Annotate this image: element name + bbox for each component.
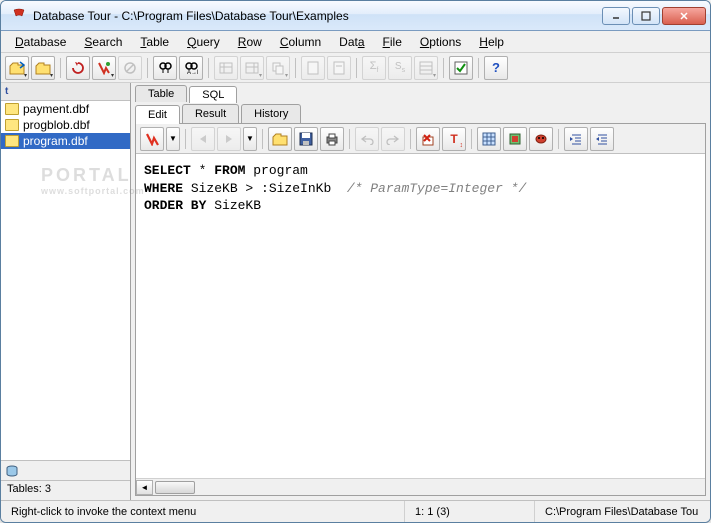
- status-path: C:\Program Files\Database Tou: [535, 501, 710, 522]
- outdent-button[interactable]: [590, 127, 614, 151]
- app-window: Database Tour - C:\Program Files\Databas…: [0, 0, 711, 523]
- clear-button[interactable]: [416, 127, 440, 151]
- tables-count: Tables: 3: [1, 480, 130, 500]
- titlebar: Database Tour - C:\Program Files\Databas…: [1, 1, 710, 31]
- svg-text:A→B: A→B: [187, 70, 198, 75]
- grid-button: ▾: [414, 56, 438, 80]
- scroll-left-button[interactable]: ◄: [136, 480, 153, 495]
- table-1-button: [214, 56, 238, 80]
- save-sql-button[interactable]: [294, 127, 318, 151]
- sum-button: Σf: [362, 56, 386, 80]
- tab-history[interactable]: History: [241, 104, 301, 123]
- tables-icon: t: [5, 86, 8, 97]
- tab-table[interactable]: Table: [135, 85, 187, 102]
- stop-button: [118, 56, 142, 80]
- menu-search[interactable]: Search: [76, 33, 130, 51]
- menu-row[interactable]: Row: [230, 33, 270, 51]
- sidebar-footer: [1, 460, 130, 480]
- table-item[interactable]: progblob.dbf: [1, 117, 130, 133]
- tab-result[interactable]: Result: [182, 104, 239, 123]
- sidebar: t payment.dbf progblob.dbf program.dbf Tab…: [1, 83, 131, 500]
- editor-scrollbar[interactable]: ◄: [136, 478, 705, 495]
- tables-list[interactable]: payment.dbf progblob.dbf program.dbf: [1, 101, 130, 460]
- run-query-button[interactable]: [140, 127, 164, 151]
- doc-2-button: [327, 56, 351, 80]
- status-position: 1: 1 (3): [405, 501, 535, 522]
- doc-1-button: [301, 56, 325, 80]
- find-replace-button[interactable]: A→B: [179, 56, 203, 80]
- menu-options[interactable]: Options: [412, 33, 469, 51]
- table-item-label: payment.dbf: [23, 102, 89, 116]
- menu-database[interactable]: Database: [7, 33, 74, 51]
- menu-table[interactable]: Table: [132, 33, 177, 51]
- window-controls: [602, 7, 706, 25]
- minimize-button[interactable]: [602, 7, 630, 25]
- sidebar-header: t: [1, 83, 130, 101]
- body-area: PORTAL www.softportal.com t payment.dbfp…: [1, 83, 710, 500]
- recent-db-button[interactable]: ▾: [31, 56, 55, 80]
- execute-button[interactable]: ▾: [92, 56, 116, 80]
- window-title: Database Tour - C:\Program Files\Databas…: [33, 9, 602, 23]
- editor-toolbar: ▼ ▼ T↕: [136, 124, 705, 154]
- refresh-button[interactable]: [66, 56, 90, 80]
- table-item-label: program.dbf: [23, 134, 88, 148]
- app-icon: [11, 8, 27, 24]
- sql-editor[interactable]: SELECT * FROM program WHERE SizeKB > :Si…: [136, 154, 705, 478]
- indent-button[interactable]: [564, 127, 588, 151]
- table-file-icon: [5, 103, 19, 115]
- check-button[interactable]: [449, 56, 473, 80]
- open-sql-button[interactable]: [268, 127, 292, 151]
- insert-param-button[interactable]: [529, 127, 553, 151]
- format-button[interactable]: T↕: [442, 127, 466, 151]
- table-2-button: ▾: [240, 56, 264, 80]
- prev-query-button: [191, 127, 215, 151]
- string-button: Ss: [388, 56, 412, 80]
- table-item[interactable]: payment.dbf: [1, 101, 130, 117]
- table-file-icon: [5, 119, 19, 131]
- copy-button: ▾: [266, 56, 290, 80]
- menu-data[interactable]: Data: [331, 33, 372, 51]
- menubar: DatabaseSearchTableQueryRowColumnDataFil…: [1, 31, 710, 53]
- next-query-button: [217, 127, 241, 151]
- close-button[interactable]: [662, 7, 706, 25]
- table-item-label: progblob.dbf: [23, 118, 90, 132]
- menu-column[interactable]: Column: [272, 33, 329, 51]
- tab-edit[interactable]: Edit: [135, 105, 180, 124]
- view-tabs: TableSQL: [131, 83, 710, 102]
- insert-field-button[interactable]: [503, 127, 527, 151]
- statusbar: Right-click to invoke the context menu 1…: [1, 500, 710, 522]
- status-hint: Right-click to invoke the context menu: [1, 501, 405, 522]
- menu-help[interactable]: Help: [471, 33, 512, 51]
- undo-button: [355, 127, 379, 151]
- find-button[interactable]: [153, 56, 177, 80]
- main-panel: TableSQL EditResultHistory ▼ ▼: [131, 83, 710, 500]
- redo-button: [381, 127, 405, 151]
- db-icon: [5, 464, 19, 478]
- tab-sql[interactable]: SQL: [189, 86, 237, 103]
- main-toolbar: ▾ ▾ ▾ A→B ▾ ▾ Σf Ss ▾ ?: [1, 53, 710, 83]
- table-file-icon: [5, 135, 19, 147]
- print-sql-button[interactable]: [320, 127, 344, 151]
- menu-query[interactable]: Query: [179, 33, 228, 51]
- maximize-button[interactable]: [632, 7, 660, 25]
- scroll-thumb[interactable]: [155, 481, 195, 494]
- next-query-dd-button[interactable]: ▼: [243, 127, 257, 151]
- table-item[interactable]: program.dbf: [1, 133, 130, 149]
- sql-tabs: EditResultHistory: [131, 102, 710, 123]
- menu-file[interactable]: File: [375, 33, 410, 51]
- editor-container: ▼ ▼ T↕: [135, 123, 706, 496]
- help-button[interactable]: ?: [484, 56, 508, 80]
- insert-table-button[interactable]: [477, 127, 501, 151]
- open-db-button[interactable]: ▾: [5, 56, 29, 80]
- run-query-dd-button[interactable]: ▼: [166, 127, 180, 151]
